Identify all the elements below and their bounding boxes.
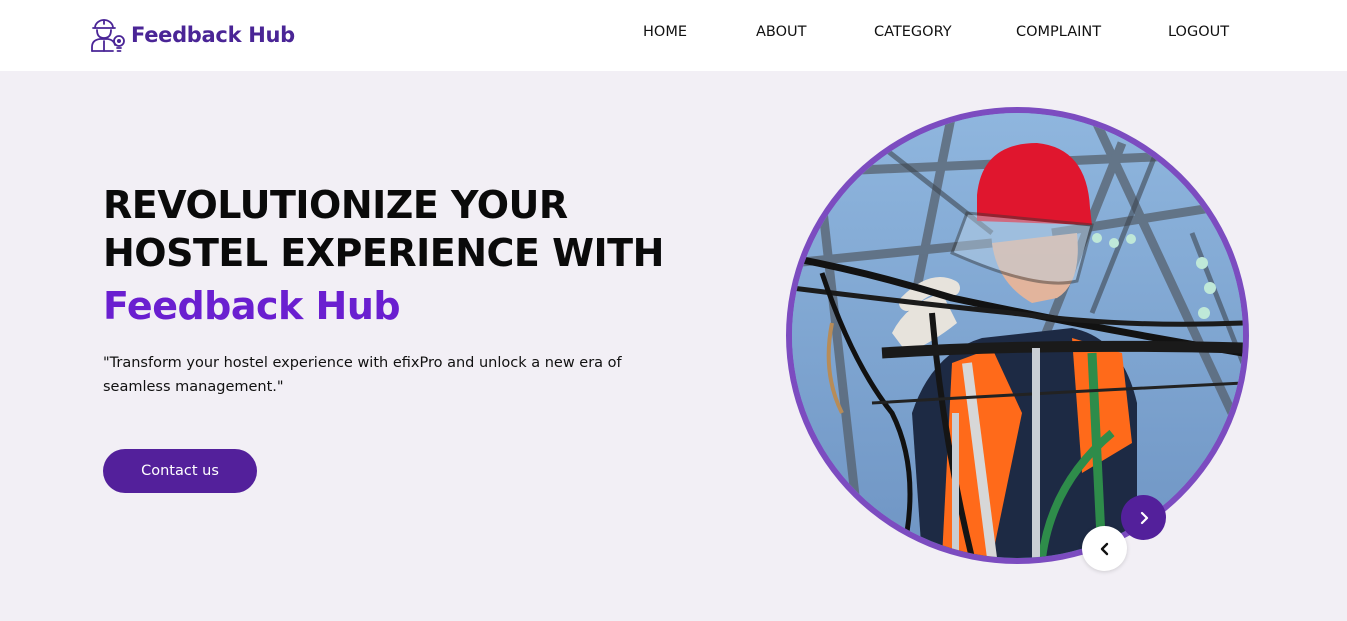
worker-idea-icon (91, 19, 125, 52)
hero-tagline: "Transform your hostel experience with e… (103, 355, 622, 395)
brand-name: Feedback Hub (131, 23, 295, 47)
nav-item-category[interactable]: CATEGORY (874, 24, 952, 46)
navbar: Feedback Hub HOME ABOUT CATEGORY COMPLAI… (0, 0, 1347, 71)
carousel-prev-button[interactable] (1082, 526, 1127, 571)
hero-headline: REVOLUTIONIZE YOUR HOSTEL EXPERIENCE WIT… (103, 181, 664, 277)
contact-us-button[interactable]: Contact us (103, 449, 257, 493)
hero-headline-line2: HOSTEL EXPERIENCE WITH (103, 231, 664, 275)
hero-brand-name: Feedback Hub (103, 284, 401, 328)
chevron-right-icon (1140, 511, 1148, 524)
hero-image-frame (786, 107, 1249, 564)
carousel-next-button[interactable] (1121, 495, 1166, 540)
nav-item-home[interactable]: HOME (643, 24, 687, 46)
chevron-left-icon (1100, 542, 1108, 555)
hero-headline-line1: REVOLUTIONIZE YOUR (103, 183, 568, 227)
hero-section: REVOLUTIONIZE YOUR HOSTEL EXPERIENCE WIT… (0, 71, 1347, 621)
nav-item-logout[interactable]: LOGOUT (1168, 24, 1229, 46)
nav-item-complaint[interactable]: COMPLAINT (1016, 24, 1101, 46)
brand[interactable]: Feedback Hub (89, 15, 295, 55)
nav-item-about[interactable]: ABOUT (756, 24, 807, 46)
electrician-worker-photo (792, 113, 1243, 558)
